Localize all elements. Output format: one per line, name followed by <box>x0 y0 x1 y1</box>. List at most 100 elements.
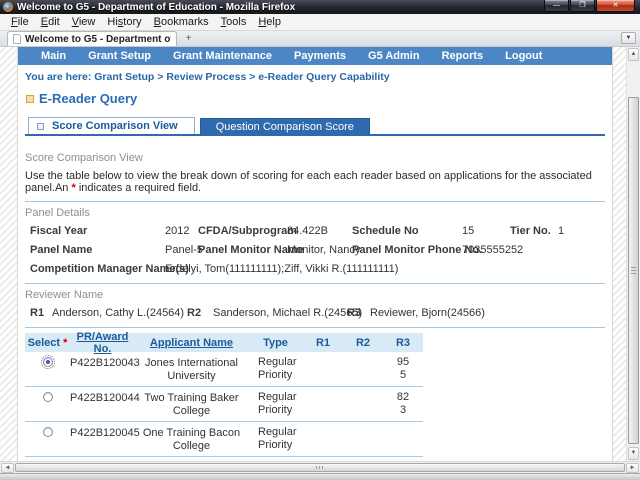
applicant-name-column-header[interactable]: Applicant Name <box>135 337 248 349</box>
cfda-subprogram-label: CFDA/Subprogram <box>198 225 287 238</box>
breadcrumb-separator: > <box>249 71 255 83</box>
browser-tab-title: Welcome to G5 - Department of Edu... <box>25 34 171 45</box>
menu-view[interactable]: View <box>66 16 102 28</box>
section-divider <box>25 327 605 328</box>
window-controls: — ❐ ✕ <box>544 0 635 12</box>
nav-g5-admin[interactable]: G5 Admin <box>357 50 431 62</box>
window-title: Welcome to G5 - Department of Education … <box>17 2 295 13</box>
horizontal-scrollbar[interactable]: ◄ ► <box>0 461 640 473</box>
browser-tab-strip: Welcome to G5 - Department of Edu... + ▼ <box>0 31 640 47</box>
schedule-no-value: 15 <box>462 225 510 238</box>
breadcrumb-link-review-process[interactable]: Review Process <box>166 71 246 83</box>
scroll-right-icon[interactable]: ► <box>626 463 639 473</box>
r2-column-header: R2 <box>343 337 383 349</box>
nav-grant-setup[interactable]: Grant Setup <box>77 50 162 62</box>
breadcrumb: You are here: Grant Setup > Review Proce… <box>25 71 605 83</box>
tier-no-label: Tier No. <box>510 225 558 238</box>
horizontal-scrollbar-thumb[interactable] <box>15 463 625 472</box>
main-navigation: Main Grant Setup Grant Maintenance Payme… <box>18 47 612 65</box>
type-value: RegularPriority <box>248 426 303 452</box>
select-radio[interactable] <box>43 357 53 367</box>
page-favicon <box>13 34 21 44</box>
list-all-tabs-button[interactable]: ▼ <box>621 32 636 44</box>
reviewer-r1-label: R1 <box>30 307 52 320</box>
section-divider <box>25 201 605 202</box>
required-asterisk: * <box>63 337 67 349</box>
tab-icon <box>37 123 44 130</box>
content-card: Main Grant Setup Grant Maintenance Payme… <box>17 47 613 461</box>
select-radio[interactable] <box>43 392 53 402</box>
type-value: RegularPriority <box>248 391 303 417</box>
breadcrumb-prefix: You are here: <box>25 71 91 83</box>
nav-logout[interactable]: Logout <box>494 50 553 62</box>
window-titlebar: Welcome to G5 - Department of Education … <box>0 0 640 14</box>
competition-manager-value: Erdelyi, Tom(111111111);Ziff, Vikki R.(1… <box>165 263 398 276</box>
schedule-no-label: Schedule No <box>352 225 462 238</box>
scroll-left-icon[interactable]: ◄ <box>1 463 14 473</box>
table-row: P422B120045 One Training Bacon College R… <box>25 422 423 457</box>
menu-tools[interactable]: Tools <box>215 16 253 28</box>
view-tabs: Score Comparison View Question Compariso… <box>25 117 605 136</box>
panel-name-value: Panel-5 <box>165 244 198 257</box>
panel-name-label: Panel Name <box>30 244 165 257</box>
select-column-header: Select * <box>25 337 70 349</box>
reviewer-r2-label: R2 <box>187 307 213 320</box>
nav-reports[interactable]: Reports <box>431 50 495 62</box>
type-column-header: Type <box>248 337 303 349</box>
panel-details-row: Panel Name Panel-5 Panel Monitor Name Mo… <box>25 244 605 257</box>
section-bullet-icon <box>26 95 34 103</box>
maximize-button[interactable]: ❐ <box>570 0 595 12</box>
status-strip <box>0 473 640 480</box>
browser-tab[interactable]: Welcome to G5 - Department of Edu... <box>7 31 177 46</box>
menu-help[interactable]: Help <box>252 16 287 28</box>
minimize-button[interactable]: — <box>544 0 569 12</box>
firefox-icon <box>3 2 13 12</box>
fiscal-year-value: 2012 <box>165 225 198 238</box>
select-radio[interactable] <box>43 427 53 437</box>
r3-score: 823 <box>383 391 423 417</box>
applicant-name-value: Jones International University <box>135 356 248 383</box>
reviewer-r3-label: R3 <box>347 307 370 320</box>
applicant-name-value: One Training Bacon College <box>135 426 248 453</box>
panel-monitor-phone-label: Panel Monitor Phone No. <box>352 244 462 257</box>
close-button[interactable]: ✕ <box>596 0 635 12</box>
table-row: P422B120043 Jones International Universi… <box>25 352 423 387</box>
vertical-scrollbar[interactable]: ▲ ▼ <box>626 47 640 461</box>
pr-award-column-header[interactable]: PR/Award No. <box>70 331 135 355</box>
reviewer-r2-name: Sanderson, Michael R.(24565) <box>213 307 347 320</box>
reviewer-name-heading: Reviewer Name <box>25 289 605 301</box>
applicant-name-value: Two Training Baker College <box>135 391 248 418</box>
scroll-up-icon[interactable]: ▲ <box>628 48 639 61</box>
nav-main[interactable]: Main <box>30 50 77 62</box>
reviewer-r3-name: Reviewer, Bjorn(24566) <box>370 307 485 320</box>
breadcrumb-separator: > <box>157 71 163 83</box>
scroll-down-icon[interactable]: ▼ <box>628 447 639 460</box>
panel-details-row: Fiscal Year 2012 CFDA/Subprogram 84.422B… <box>25 225 605 238</box>
menu-history[interactable]: History <box>101 16 147 28</box>
panel-monitor-name-value: Monitor, Nancy <box>287 244 352 257</box>
section-divider <box>25 283 605 284</box>
r1-column-header: R1 <box>303 337 343 349</box>
menu-bar: File Edit View History Bookmarks Tools H… <box>0 14 640 31</box>
section-heading: Score Comparison View <box>25 152 605 164</box>
scrollbar-grip <box>316 466 324 469</box>
new-tab-button[interactable]: + <box>180 33 197 45</box>
nav-grant-maintenance[interactable]: Grant Maintenance <box>162 50 283 62</box>
tab-score-comparison-view[interactable]: Score Comparison View <box>28 117 195 134</box>
tab-question-comparison-score[interactable]: Question Comparison Score <box>200 118 370 134</box>
reviewer-r1-name: Anderson, Cathy L.(24564) <box>52 307 187 320</box>
competition-manager-label: Competition Manager Name(s) <box>30 263 165 276</box>
pr-award-value: P422B120043 <box>70 356 135 370</box>
panel-details-heading: Panel Details <box>25 207 605 219</box>
pr-award-value: P422B120044 <box>70 391 135 405</box>
breadcrumb-current: e-Reader Query Capability <box>258 71 389 83</box>
r3-score: 955 <box>383 356 423 382</box>
panel-monitor-phone-value: 7035555252 <box>462 244 523 257</box>
menu-file[interactable]: File <box>5 16 35 28</box>
breadcrumb-link-grant-setup[interactable]: Grant Setup <box>94 71 154 83</box>
vertical-scrollbar-thumb[interactable] <box>628 97 639 444</box>
nav-payments[interactable]: Payments <box>283 50 357 62</box>
page-title: E-Reader Query <box>39 91 137 106</box>
menu-edit[interactable]: Edit <box>35 16 66 28</box>
menu-bookmarks[interactable]: Bookmarks <box>148 16 215 28</box>
